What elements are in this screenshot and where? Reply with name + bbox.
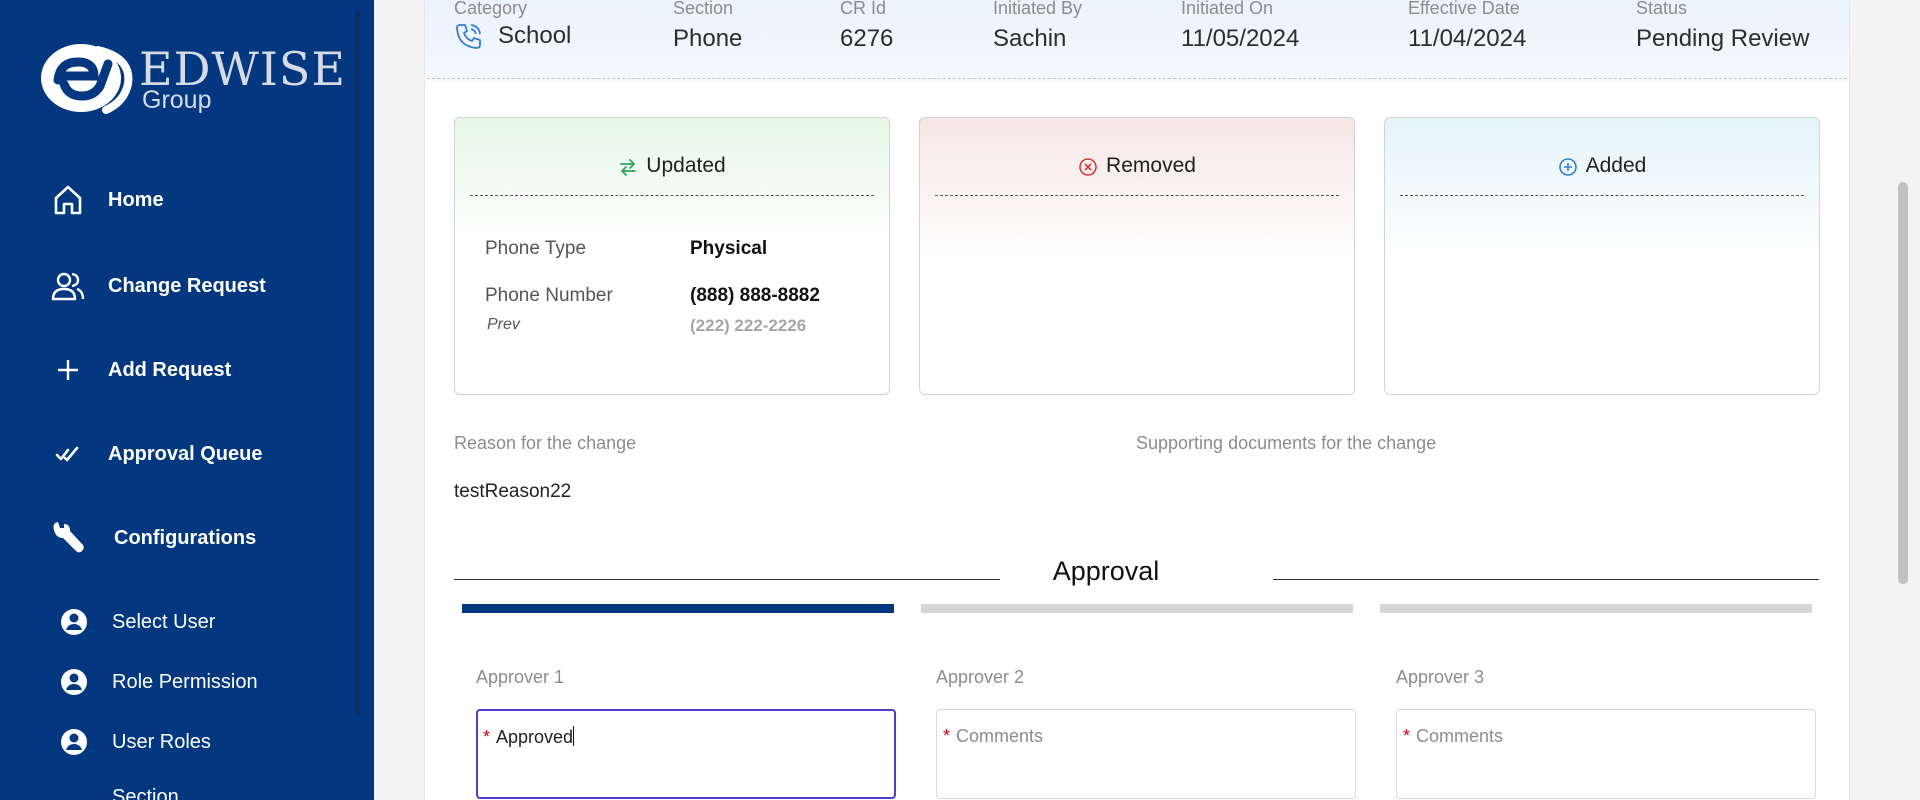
approver-label: Approver 3 bbox=[1396, 667, 1485, 687]
plus-circle-icon bbox=[1558, 158, 1577, 176]
sidebar-item-change-request[interactable]: Change Request bbox=[50, 268, 266, 304]
approver-label: Approver 1 bbox=[476, 667, 565, 687]
comment-text: Approved bbox=[496, 727, 574, 747]
category-value: School bbox=[498, 22, 572, 49]
card-header: Removed bbox=[935, 154, 1339, 196]
approver-label: Approver 2 bbox=[936, 667, 1025, 687]
reason-value: testReason22 bbox=[454, 481, 572, 502]
info-category: Category School bbox=[454, 0, 571, 51]
info-value: 11/04/2024 bbox=[1408, 25, 1527, 52]
divider bbox=[427, 78, 1847, 79]
edwise-logo[interactable]: EDWISE Group bbox=[36, 38, 345, 118]
status-value: Pending Review bbox=[1636, 25, 1810, 52]
prev-label: Prev bbox=[487, 316, 520, 333]
field-label: Phone Type bbox=[485, 238, 587, 259]
account-circle-icon bbox=[61, 729, 87, 755]
sidebar-subitem-select-user[interactable]: Select User bbox=[60, 608, 215, 636]
info-section: Section Phone bbox=[673, 0, 742, 53]
card-title: Updated bbox=[646, 154, 726, 177]
sidebar-subitem-label: Role Permission bbox=[112, 670, 258, 693]
info-label: Initiated By bbox=[993, 0, 1083, 18]
updated-card: Updated Phone Type Physical Phone Number… bbox=[454, 117, 890, 395]
card-title: Removed bbox=[1106, 154, 1196, 177]
phone-icon bbox=[456, 24, 481, 49]
comments-placeholder: Comments bbox=[1416, 726, 1504, 746]
field-value: (888) 888-8882 bbox=[690, 285, 820, 306]
card-header: Updated bbox=[470, 154, 874, 196]
main-scrollbar[interactable] bbox=[1898, 182, 1908, 584]
approval-step-2 bbox=[921, 604, 1353, 613]
main-content: Category School Section Phone CR Id 6276… bbox=[374, 0, 1920, 800]
info-label: CR Id bbox=[840, 0, 887, 18]
sidebar-item-configurations[interactable]: Configurations bbox=[50, 520, 256, 556]
approval-step-3 bbox=[1380, 604, 1812, 613]
sidebar-subitem-label: User Roles bbox=[112, 730, 211, 753]
sidebar-subitem-label: Select User bbox=[112, 610, 216, 633]
divider bbox=[454, 579, 1000, 580]
swap-icon bbox=[620, 159, 637, 176]
removed-card: Removed bbox=[919, 117, 1355, 395]
sidebar-scrollbar[interactable] bbox=[355, 10, 360, 716]
plus-icon bbox=[50, 352, 86, 388]
sidebar-item-approval-queue[interactable]: Approval Queue bbox=[50, 436, 262, 472]
logo-subtext: Group bbox=[142, 86, 212, 114]
card-header: Added bbox=[1400, 154, 1804, 196]
double-check-icon bbox=[50, 436, 86, 472]
required-marker: * bbox=[943, 726, 951, 746]
info-value: 6276 bbox=[840, 25, 894, 52]
comments-placeholder: Comments bbox=[956, 726, 1044, 746]
close-circle-icon bbox=[1079, 158, 1097, 176]
logo-mark-icon bbox=[41, 44, 133, 114]
info-value: Sachin bbox=[993, 25, 1067, 52]
info-status: Status Pending Review bbox=[1636, 0, 1809, 53]
sidebar-item-label: Change Request bbox=[108, 274, 266, 297]
required-marker: * bbox=[1403, 726, 1411, 746]
sidebar: EDWISE Group Home Change Request Add Req… bbox=[0, 0, 374, 800]
info-initiated-by: Initiated By Sachin bbox=[993, 0, 1082, 53]
approver-2-comments-input[interactable]: * Comments bbox=[936, 709, 1356, 799]
sidebar-item-home[interactable]: Home bbox=[50, 182, 164, 218]
text-caret bbox=[573, 726, 575, 746]
added-card: Added bbox=[1384, 117, 1820, 395]
wrench-icon bbox=[50, 520, 86, 556]
approval-step-1 bbox=[462, 604, 894, 613]
info-value: School bbox=[454, 21, 571, 51]
info-value: Phone bbox=[673, 25, 743, 52]
divider bbox=[1273, 579, 1819, 580]
sidebar-item-label: Configurations bbox=[114, 526, 257, 549]
prev-value: (222) 222-2226 bbox=[690, 316, 807, 335]
info-label: Effective Date bbox=[1408, 0, 1520, 18]
required-marker: * bbox=[483, 727, 491, 747]
info-label: Status bbox=[1636, 0, 1688, 18]
approver-1-comments-input[interactable]: * Approved bbox=[476, 709, 896, 799]
approver-3-comments-input[interactable]: * Comments bbox=[1396, 709, 1816, 799]
info-cr-id: CR Id 6276 bbox=[840, 0, 893, 53]
info-effective-date: Effective Date 11/04/2024 bbox=[1408, 0, 1526, 53]
sidebar-item-label: Add Request bbox=[108, 358, 232, 381]
users-icon bbox=[50, 268, 86, 304]
sidebar-subitem-label: Section bbox=[112, 786, 179, 800]
documents-label: Supporting documents for the change bbox=[1136, 433, 1437, 453]
sidebar-item-add-request[interactable]: Add Request bbox=[50, 352, 231, 388]
approval-title: Approval bbox=[1052, 556, 1160, 586]
account-circle-icon bbox=[61, 609, 87, 635]
account-circle-icon bbox=[61, 669, 87, 695]
info-value: 11/05/2024 bbox=[1181, 25, 1300, 52]
reason-label: Reason for the change bbox=[454, 433, 637, 453]
change-request-panel: Category School Section Phone CR Id 6276… bbox=[424, 0, 1850, 800]
home-icon bbox=[50, 182, 86, 218]
sidebar-subitem-section[interactable]: Section bbox=[112, 786, 179, 800]
sidebar-subitem-user-roles[interactable]: User Roles bbox=[60, 728, 211, 756]
info-label: Section bbox=[673, 0, 734, 18]
sidebar-item-label: Approval Queue bbox=[108, 442, 263, 465]
field-value: Physical bbox=[690, 238, 768, 259]
sidebar-item-label: Home bbox=[108, 188, 164, 211]
info-initiated-on: Initiated On 11/05/2024 bbox=[1181, 0, 1299, 53]
info-label: Initiated On bbox=[1181, 0, 1274, 18]
info-label: Category bbox=[454, 0, 528, 18]
field-label: Phone Number bbox=[485, 285, 613, 306]
card-title: Added bbox=[1585, 154, 1647, 177]
sidebar-subitem-role-permission[interactable]: Role Permission bbox=[60, 668, 258, 696]
